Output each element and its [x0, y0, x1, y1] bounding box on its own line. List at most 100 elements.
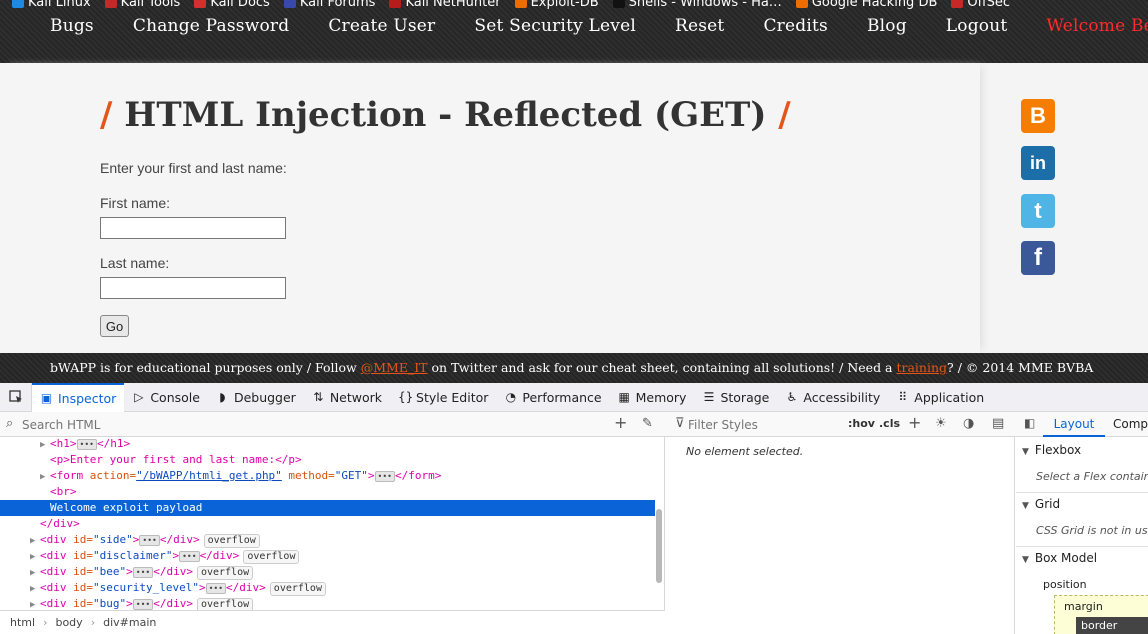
overflow-badge[interactable]: overflow [243, 550, 300, 564]
footer-text-1: bWAPP is for educational purposes only /… [50, 360, 361, 375]
expand-icon[interactable]: ▶ [40, 437, 50, 453]
node-div-side[interactable]: ▶ <div id="side"> ••• </div> overflow [0, 532, 655, 548]
top-bar: Kali Linux Kali Tools Kali Docs Kali For… [0, 0, 1148, 63]
flexbox-section-header[interactable]: ▼ Flexbox [1022, 443, 1081, 457]
nav-bugs[interactable]: Bugs [50, 16, 94, 36]
crumb-body[interactable]: body [55, 616, 82, 629]
expand-icon[interactable]: ▶ [30, 597, 40, 610]
crumb-div-main[interactable]: div#main [103, 616, 156, 629]
grid-section-header[interactable]: ▼ Grid [1022, 497, 1060, 511]
add-node-icon[interactable]: + [614, 413, 627, 432]
dark-theme-icon[interactable]: ◑ [963, 416, 974, 431]
light-theme-icon[interactable]: ☀ [935, 416, 947, 431]
expand-icon[interactable]: ▶ [30, 533, 40, 549]
tab-layout[interactable]: Layout [1043, 412, 1105, 437]
twitter-icon[interactable]: t [1021, 194, 1055, 228]
node-br[interactable]: <br> [0, 484, 655, 500]
search-html-input[interactable] [22, 416, 602, 433]
element-picker-icon[interactable] [0, 382, 32, 412]
box-model-section-header[interactable]: ▼ Box Model [1022, 551, 1097, 565]
ellipsis-button[interactable]: ••• [132, 566, 154, 578]
tab-style-editor[interactable]: {} Style Editor [390, 383, 496, 412]
linkedin-icon[interactable]: in [1021, 146, 1055, 180]
overflow-badge[interactable]: overflow [269, 582, 326, 596]
eyedropper-icon[interactable]: ✎ [642, 416, 653, 431]
bookmark-google-hacking-db[interactable]: Google Hacking DB [795, 0, 937, 10]
blogger-icon[interactable]: B [1021, 99, 1055, 133]
bookmark-kali-forums[interactable]: Kali Forums [283, 0, 375, 10]
first-name-input[interactable] [100, 217, 286, 239]
add-rule-icon[interactable]: + [908, 413, 921, 432]
node-div-bee[interactable]: ▶ <div id="bee"> ••• </div> overflow [0, 564, 655, 580]
sidebar-toggle-icon[interactable]: ◧ [1024, 416, 1035, 430]
nav-blog[interactable]: Blog [867, 16, 907, 36]
print-media-icon[interactable]: ▤ [992, 416, 1004, 431]
node-p[interactable]: <p>Enter your first and last name:</p> [0, 452, 655, 468]
tab-inspector[interactable]: ▣ Inspector [32, 382, 125, 412]
node-div-security-level[interactable]: ▶ <div id="security_level"> ••• </div> overf… [0, 580, 655, 596]
expand-icon[interactable]: ▶ [30, 549, 40, 565]
expand-icon[interactable]: ▶ [40, 469, 50, 485]
cls-toggle[interactable]: .cls [879, 417, 900, 430]
footer-twitter-link[interactable]: @MME_IT [361, 360, 428, 375]
bookmark-shells[interactable]: Shells - Windows - Ha… [612, 0, 782, 10]
filter-styles-input[interactable] [688, 416, 838, 433]
expand-icon[interactable]: ▶ [30, 581, 40, 597]
bookmark-exploit-db[interactable]: Exploit-DB [514, 0, 599, 10]
node-div-disclaimer[interactable]: ▶ <div id="disclaimer"> ••• </div> overflow [0, 548, 655, 564]
node-form[interactable]: ▶ <form action="/bWAPP/htmli_get.php" met… [0, 468, 655, 484]
hov-toggle[interactable]: :hov [848, 417, 875, 430]
ellipsis-button[interactable]: ••• [179, 550, 200, 562]
last-name-input[interactable] [100, 277, 286, 299]
bookmark-kali-tools[interactable]: Kali Tools [104, 0, 180, 10]
tab-accessibility[interactable]: ♿ Accessibility [777, 383, 888, 412]
ellipsis-button[interactable]: ••• [76, 438, 97, 450]
tab-network[interactable]: ⇅ Network [304, 383, 390, 412]
tab-storage[interactable]: ☰ Storage [694, 383, 777, 412]
grid-message: CSS Grid is not in use [1036, 524, 1148, 537]
divider [1016, 492, 1148, 493]
form-action-link[interactable]: "/bWAPP/htmli_get.php" [136, 469, 282, 482]
overflow-badge[interactable]: overflow [203, 534, 260, 548]
ellipsis-button[interactable]: ••• [139, 534, 160, 546]
node-h1[interactable]: ▶ <h1> ••• </h1> [0, 437, 655, 452]
inspector-icon: ▣ [40, 391, 53, 405]
debugger-icon: ◗ [219, 390, 226, 404]
last-name-label: Last name: [100, 255, 170, 271]
nav-reset[interactable]: Reset [675, 16, 724, 36]
main-nav: Bugs Change Password Create User Set Sec… [50, 16, 1148, 36]
node-div-close[interactable]: </div> [0, 516, 655, 532]
ellipsis-button[interactable]: ••• [132, 598, 154, 610]
nav-credits[interactable]: Credits [763, 16, 827, 36]
bookmark-offsec[interactable]: OffSec [951, 0, 1010, 10]
facebook-icon[interactable]: f [1021, 241, 1055, 275]
main-area: / HTML Injection - Reflected (GET) / Ent… [0, 63, 1148, 353]
tab-application[interactable]: ⠿ Application [888, 383, 992, 412]
go-button[interactable]: Go [100, 315, 129, 337]
overflow-badge[interactable]: overflow [196, 566, 254, 580]
nav-change-password[interactable]: Change Password [133, 16, 289, 36]
layout-panel: ▼Flexbox Select a Flex container ▼Grid C… [1016, 437, 1148, 634]
tab-computed[interactable]: Computed [1113, 417, 1148, 431]
markup-scrollbar[interactable] [656, 509, 662, 583]
tab-debugger[interactable]: ◗ Debugger [208, 383, 304, 412]
node-text-selected[interactable]: Welcome exploit payload [0, 500, 655, 516]
expand-icon[interactable]: ▶ [30, 565, 40, 581]
overflow-badge[interactable]: overflow [196, 598, 254, 610]
bookmark-kali-docs[interactable]: Kali Docs [194, 0, 270, 10]
ellipsis-button[interactable]: ••• [374, 470, 395, 482]
tab-performance[interactable]: ◔ Performance [496, 383, 609, 412]
bookmark-kali-linux[interactable]: Kali Linux [12, 0, 91, 10]
nav-create-user[interactable]: Create User [328, 16, 435, 36]
footer-training-link[interactable]: training [896, 360, 947, 375]
ellipsis-button[interactable]: ••• [205, 582, 227, 594]
kali-icon [12, 0, 24, 8]
bookmark-kali-nethunter[interactable]: Kali NetHunter [389, 0, 501, 10]
nav-logout[interactable]: Logout [946, 16, 1008, 36]
tab-memory[interactable]: ▦ Memory [610, 383, 695, 412]
nav-set-security-level[interactable]: Set Security Level [474, 16, 636, 36]
crumb-html[interactable]: html [10, 616, 35, 629]
node-div-bug[interactable]: ▶ <div id="bug"> ••• </div> overflow [0, 596, 655, 610]
tab-console[interactable]: ▷ Console [124, 383, 208, 412]
performance-icon: ◔ [505, 390, 517, 404]
